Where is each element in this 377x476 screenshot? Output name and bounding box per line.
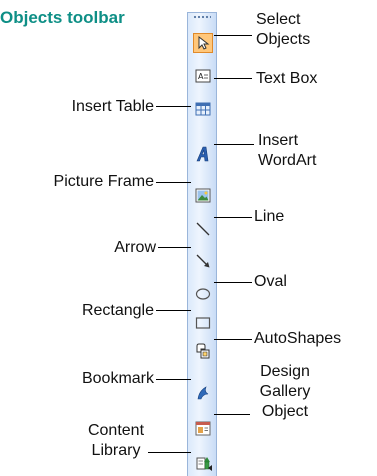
line-button[interactable]	[193, 219, 213, 239]
leader-content-library	[148, 452, 191, 453]
picture-icon	[195, 188, 211, 202]
label-line: Line	[254, 208, 285, 225]
rectangle-button[interactable]	[193, 313, 213, 333]
leader-text-box	[214, 78, 252, 79]
line-icon	[196, 222, 210, 236]
arrow-icon	[196, 254, 210, 268]
oval-button[interactable]	[193, 284, 213, 304]
label-content-library: Content Library	[87, 422, 145, 459]
leader-picture-frame	[156, 182, 191, 183]
wordart-icon	[196, 146, 209, 162]
leader-design-gallery-object	[214, 414, 250, 415]
callout-title: Objects toolbar	[0, 8, 125, 27]
leader-arrow	[158, 247, 191, 248]
arrow-pointer-icon	[198, 36, 210, 50]
autoshapes-button[interactable]	[193, 341, 213, 361]
label-picture-frame: Picture Frame	[53, 173, 154, 190]
text-box-icon: A	[195, 69, 211, 83]
autoshapes-icon	[196, 343, 210, 359]
bookmark-button[interactable]	[193, 383, 213, 403]
text-box-button[interactable]: A	[193, 66, 213, 86]
leader-select-objects	[214, 35, 252, 36]
label-rectangle: Rectangle	[81, 302, 154, 319]
arrow-button[interactable]	[193, 251, 213, 271]
label-select-objects: Select Objects	[256, 11, 311, 48]
toolbar-grip[interactable]	[193, 15, 211, 19]
label-autoshapes: AutoShapes	[254, 330, 342, 347]
picture-frame-button[interactable]	[193, 185, 213, 205]
select-objects-button[interactable]	[193, 33, 213, 53]
toolbar-overflow-icon[interactable]	[207, 463, 215, 473]
leader-rectangle	[156, 310, 191, 311]
design-gallery-icon	[195, 421, 211, 435]
insert-table-button[interactable]	[193, 99, 213, 119]
objects-toolbar: A	[187, 12, 217, 476]
label-insert-table: Insert Table	[71, 98, 154, 115]
leader-insert-wordart	[214, 144, 254, 145]
rectangle-icon	[195, 317, 211, 329]
insert-wordart-button[interactable]	[193, 144, 213, 164]
leader-bookmark	[156, 379, 191, 380]
leader-line	[214, 217, 252, 218]
leader-insert-table	[156, 106, 191, 107]
label-design-gallery-object: Design Gallery Object	[259, 363, 311, 420]
table-icon	[195, 102, 211, 116]
label-text-box: Text Box	[256, 70, 318, 87]
label-insert-wordart: Insert WordArt	[258, 132, 317, 169]
oval-icon	[195, 288, 211, 300]
leader-oval	[214, 282, 252, 283]
label-bookmark: Bookmark	[81, 370, 154, 387]
label-oval: Oval	[254, 273, 287, 290]
svg-text:A: A	[198, 72, 204, 81]
leader-autoshapes	[214, 339, 252, 340]
label-arrow: Arrow	[114, 239, 156, 256]
design-gallery-button[interactable]	[193, 418, 213, 438]
bookmark-icon	[197, 386, 209, 400]
